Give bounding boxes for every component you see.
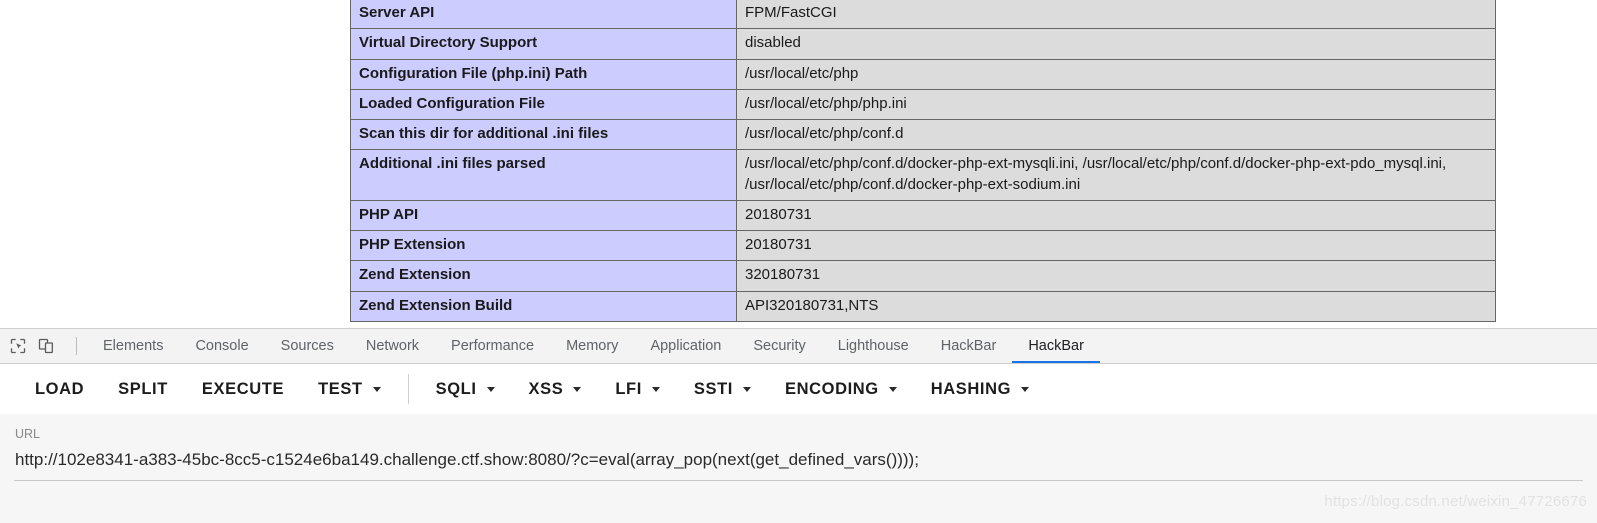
url-field-label: URL xyxy=(15,427,41,441)
xss-menu-button[interactable]: XSS xyxy=(512,380,599,399)
table-cell-value: /usr/local/etc/php/php.ini xyxy=(736,88,1496,121)
table-cell-value: FPM/FastCGI xyxy=(736,0,1496,30)
devtools-panel: Elements Console Sources Network Perform… xyxy=(0,328,1597,523)
table-cell-value: 320180731 xyxy=(736,260,1496,292)
execute-button[interactable]: EXECUTE xyxy=(185,380,301,399)
tab-console[interactable]: Console xyxy=(179,329,264,363)
tab-memory[interactable]: Memory xyxy=(550,329,634,363)
split-button-label: SPLIT xyxy=(118,379,168,398)
sqli-menu-button[interactable]: SQLI xyxy=(419,380,512,399)
xss-menu-label: XSS xyxy=(528,379,564,398)
tab-lighthouse[interactable]: Lighthouse xyxy=(822,329,925,363)
table-row: Configuration File (php.ini) Path /usr/l… xyxy=(350,58,1496,90)
phpinfo-page: Server API FPM/FastCGI Virtual Directory… xyxy=(0,0,1597,328)
device-toolbar-icon[interactable] xyxy=(32,332,60,360)
table-row: Loaded Configuration File /usr/local/etc… xyxy=(350,88,1496,121)
split-button[interactable]: SPLIT xyxy=(101,380,185,399)
table-cell-key: Configuration File (php.ini) Path xyxy=(350,58,737,90)
tab-hackbar-1[interactable]: HackBar xyxy=(925,329,1013,363)
lfi-menu-label: LFI xyxy=(615,379,642,398)
tab-network[interactable]: Network xyxy=(350,329,435,363)
tab-performance[interactable]: Performance xyxy=(435,329,550,363)
table-cell-key: Zend Extension Build xyxy=(350,290,737,322)
screenshot-root: Server API FPM/FastCGI Virtual Directory… xyxy=(0,0,1597,523)
load-button[interactable]: LOAD xyxy=(18,380,101,399)
table-row: Zend Extension Build API320180731,NTS xyxy=(350,290,1496,322)
hashing-menu-button[interactable]: HASHING xyxy=(914,380,1046,399)
table-row: Additional .ini files parsed /usr/local/… xyxy=(350,149,1496,201)
table-cell-key: Scan this dir for additional .ini files xyxy=(350,118,737,151)
hackbar-fields: URL http://102e8341-a383-45bc-8cc5-c1524… xyxy=(0,414,1597,523)
table-row: PHP Extension 20180731 xyxy=(350,229,1496,262)
toolbar-divider xyxy=(76,337,77,355)
ssti-menu-label: SSTI xyxy=(693,379,733,398)
table-cell-key: Additional .ini files parsed xyxy=(350,149,737,201)
encoding-menu-label: ENCODING xyxy=(785,379,879,398)
tab-elements[interactable]: Elements xyxy=(87,329,179,363)
table-row: PHP API 20180731 xyxy=(350,199,1496,232)
tab-sources[interactable]: Sources xyxy=(265,329,350,363)
table-row: Server API FPM/FastCGI xyxy=(350,0,1496,30)
url-input[interactable]: http://102e8341-a383-45bc-8cc5-c1524e6ba… xyxy=(14,450,1583,481)
table-cell-value: /usr/local/etc/php xyxy=(736,58,1496,90)
watermark-text: https://blog.csdn.net/weixin_47726676 xyxy=(1324,493,1587,510)
hackbar-toolbar: LOAD SPLIT EXECUTE TEST SQLI XSS LFI SST… xyxy=(0,364,1597,414)
table-row: Scan this dir for additional .ini files … xyxy=(350,118,1496,151)
table-cell-key: Server API xyxy=(350,0,737,30)
table-row: Virtual Directory Support disabled xyxy=(350,28,1496,60)
ssti-menu-button[interactable]: SSTI xyxy=(677,380,768,399)
table-row: Zend Extension 320180731 xyxy=(350,260,1496,292)
test-menu-button[interactable]: TEST xyxy=(301,380,398,399)
hashing-menu-label: HASHING xyxy=(930,379,1012,398)
url-field: URL http://102e8341-a383-45bc-8cc5-c1524… xyxy=(14,428,1583,481)
chevron-down-icon xyxy=(651,386,660,392)
devtools-tabbar: Elements Console Sources Network Perform… xyxy=(0,329,1597,364)
chevron-down-icon xyxy=(372,386,381,392)
table-cell-key: PHP Extension xyxy=(350,229,737,262)
table-cell-value: /usr/local/etc/php/conf.d/docker-php-ext… xyxy=(736,149,1496,201)
table-cell-value: 20180731 xyxy=(736,199,1496,232)
tab-application[interactable]: Application xyxy=(634,329,737,363)
table-cell-key: Virtual Directory Support xyxy=(350,28,737,60)
phpinfo-table-body: Server API FPM/FastCGI Virtual Directory… xyxy=(350,0,1496,322)
table-cell-value: 20180731 xyxy=(736,229,1496,262)
phpinfo-table: Server API FPM/FastCGI Virtual Directory… xyxy=(350,0,1496,322)
tab-security[interactable]: Security xyxy=(737,329,821,363)
chevron-down-icon xyxy=(888,386,897,392)
table-cell-key: Loaded Configuration File xyxy=(350,88,737,121)
chevron-down-icon xyxy=(486,386,495,392)
encoding-menu-button[interactable]: ENCODING xyxy=(768,380,914,399)
sqli-menu-label: SQLI xyxy=(435,379,477,398)
test-menu-label: TEST xyxy=(318,379,363,398)
inspect-element-icon[interactable] xyxy=(4,332,32,360)
toolbar-divider xyxy=(407,374,409,404)
tab-hackbar-2[interactable]: HackBar xyxy=(1012,329,1100,363)
execute-button-label: EXECUTE xyxy=(201,379,285,398)
chevron-down-icon xyxy=(1021,386,1030,392)
table-cell-key: PHP API xyxy=(350,199,737,232)
chevron-down-icon xyxy=(573,386,582,392)
chevron-down-icon xyxy=(743,386,751,392)
table-cell-value: disabled xyxy=(736,28,1496,60)
table-cell-value: API320180731,NTS xyxy=(736,290,1496,322)
table-cell-value: /usr/local/etc/php/conf.d xyxy=(736,118,1496,151)
table-cell-key: Zend Extension xyxy=(350,260,737,292)
load-button-label: LOAD xyxy=(35,379,85,398)
lfi-menu-button[interactable]: LFI xyxy=(598,380,677,399)
